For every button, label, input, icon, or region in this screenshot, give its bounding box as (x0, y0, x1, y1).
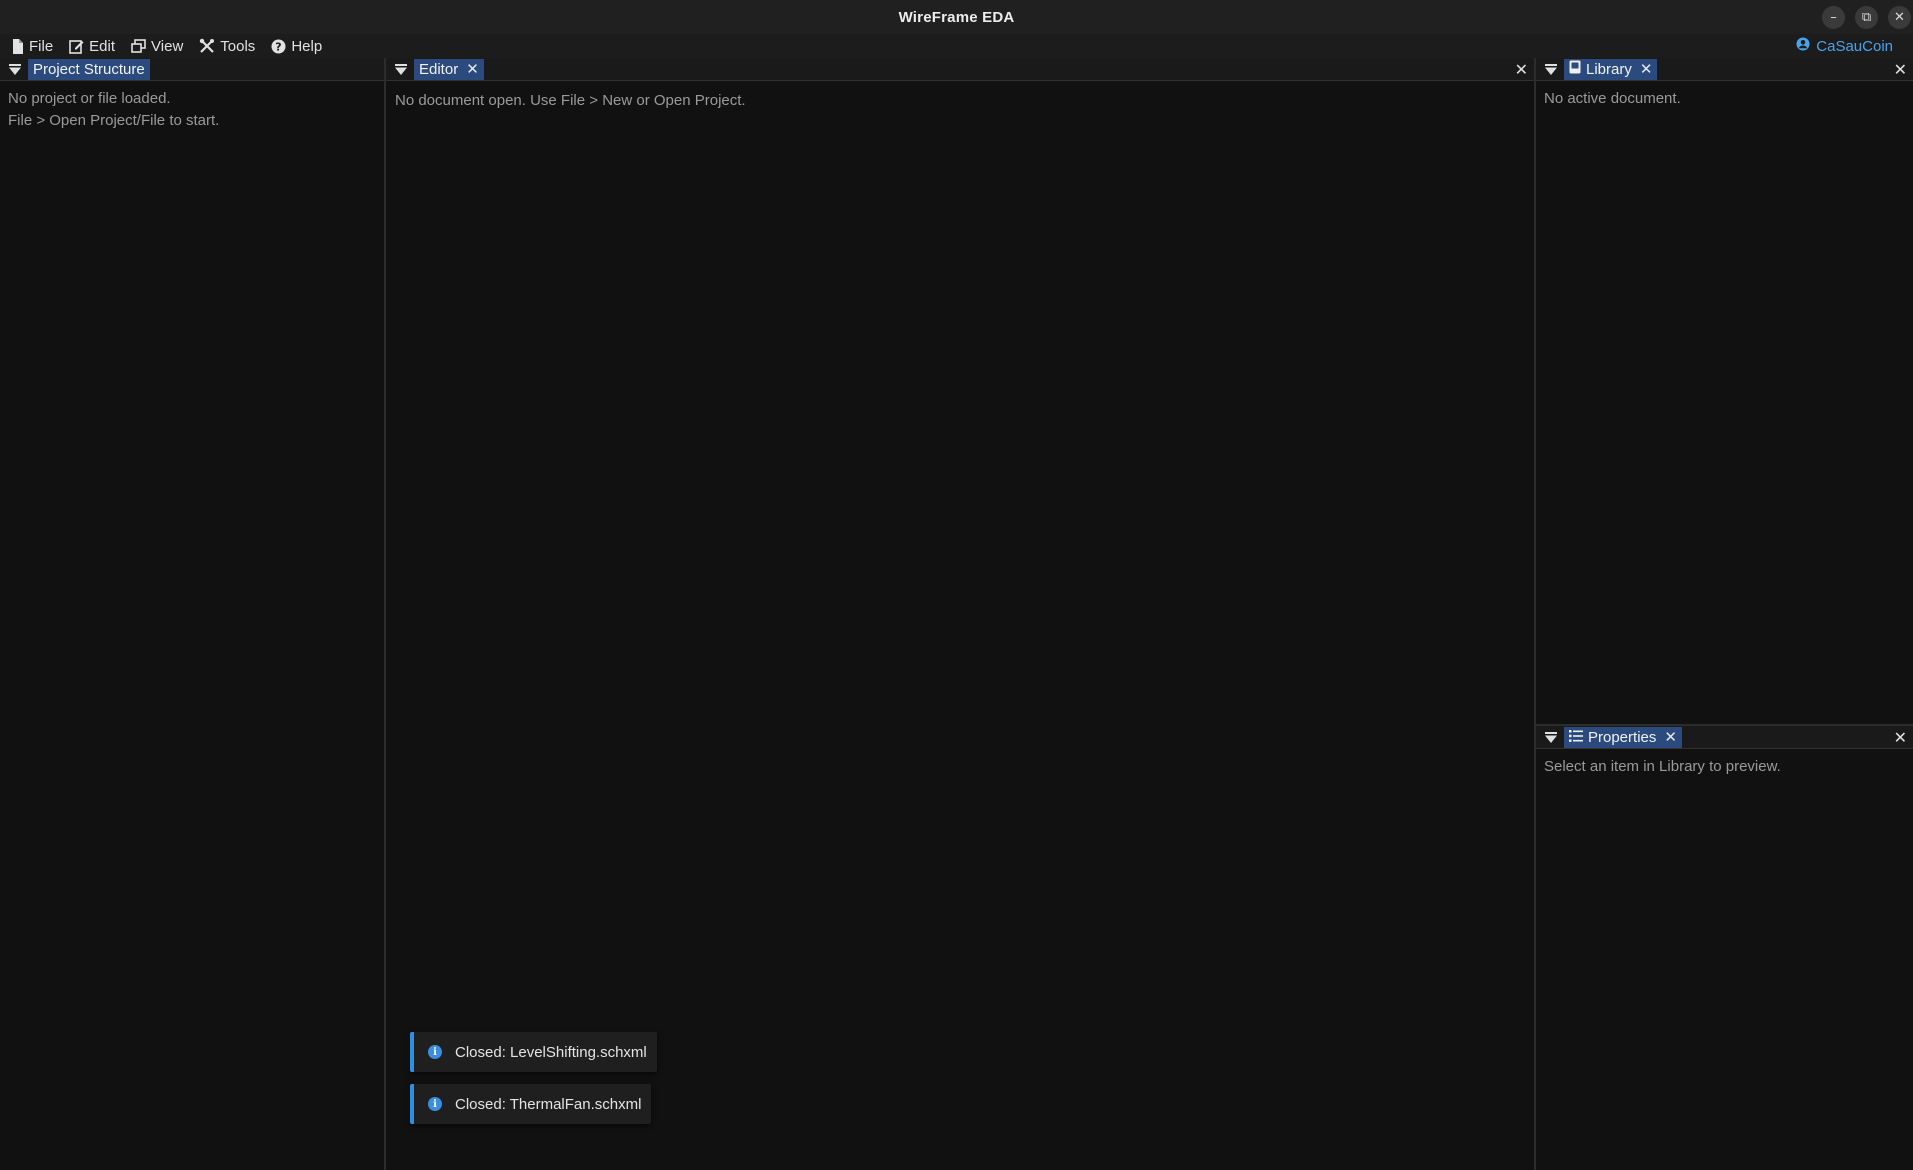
collapse-triangle-icon[interactable] (394, 62, 408, 76)
info-icon: i (428, 1045, 442, 1059)
editor-panel: Editor ✕ ✕ No document open. Use File > … (386, 58, 1534, 1170)
window-title: WireFrame EDA (898, 8, 1015, 26)
app-window: WireFrame EDA – ⧉ ✕ File Edit View Tools… (0, 0, 1913, 1170)
menu-help-label: Help (291, 37, 323, 55)
menu-tools[interactable]: Tools (199, 38, 255, 55)
project-status-line-2: File > Open Project/File to start. (8, 112, 220, 129)
tools-icon (199, 38, 215, 54)
editor-empty-message: No document open. Use File > New or Open… (395, 92, 746, 109)
title-bar: WireFrame EDA – ⧉ ✕ (0, 0, 1913, 34)
library-empty-message: No active document. (1544, 90, 1681, 107)
window-controls: – ⧉ ✕ (1822, 0, 1913, 34)
tab-library[interactable]: Library ✕ (1564, 58, 1658, 80)
editor-close-icon[interactable]: ✕ (1515, 58, 1528, 81)
list-icon (1569, 729, 1583, 746)
toast-message: Closed: ThermalFan.schxml (455, 1095, 642, 1113)
project-structure-panel: Project Structure No project or file loa… (0, 58, 384, 1170)
close-window-button[interactable]: ✕ (1888, 5, 1911, 29)
menu-bar: File Edit View Tools ? Help CaSauCoin (0, 34, 1913, 58)
svg-text:?: ? (276, 40, 282, 53)
book-icon (1569, 60, 1581, 78)
user-account[interactable]: CaSauCoin (1796, 34, 1893, 58)
editor-header: Editor ✕ ✕ (386, 58, 1534, 81)
minimize-button[interactable]: – (1822, 5, 1845, 29)
user-circle-icon (1796, 37, 1810, 55)
properties-header: Properties ✕ ✕ (1536, 726, 1913, 749)
menu-file[interactable]: File (12, 38, 53, 55)
menu-view[interactable]: View (131, 38, 183, 55)
tab-editor-label: Editor (419, 60, 459, 78)
menu-edit-label: Edit (89, 37, 116, 55)
library-header: Library ✕ ✕ (1536, 58, 1913, 81)
collapse-triangle-icon[interactable] (8, 62, 22, 76)
menu-tools-label: Tools (220, 37, 256, 55)
tab-project-structure-label: Project Structure (33, 60, 145, 78)
menu-view-label: View (151, 37, 184, 55)
toast-message: Closed: LevelShifting.schxml (455, 1043, 647, 1061)
tab-properties-label: Properties (1588, 728, 1657, 746)
properties-empty-message: Select an item in Library to preview. (1544, 758, 1781, 775)
project-status-line-1: No project or file loaded. (8, 90, 171, 107)
user-name: CaSauCoin (1816, 37, 1893, 55)
menu-edit[interactable]: Edit (69, 38, 115, 55)
toast-notification[interactable]: i Closed: ThermalFan.schxml (410, 1084, 652, 1124)
toast-notification[interactable]: i Closed: LevelShifting.schxml (410, 1032, 657, 1072)
edit-icon (69, 39, 84, 54)
project-structure-header: Project Structure (0, 58, 384, 81)
tab-close-icon[interactable]: ✕ (466, 60, 479, 78)
tab-library-label: Library (1586, 60, 1632, 78)
tab-editor[interactable]: Editor ✕ (414, 58, 484, 80)
properties-close-icon[interactable]: ✕ (1894, 726, 1907, 749)
tab-close-icon[interactable]: ✕ (1664, 728, 1677, 746)
window-restore-icon (131, 39, 146, 53)
library-close-icon[interactable]: ✕ (1894, 58, 1907, 81)
tab-project-structure[interactable]: Project Structure (28, 58, 150, 80)
properties-panel: Properties ✕ ✕ Select an item in Library… (1536, 726, 1913, 1170)
file-icon (12, 38, 24, 54)
tab-properties[interactable]: Properties ✕ (1564, 726, 1682, 748)
info-icon: i (428, 1097, 442, 1111)
tab-close-icon[interactable]: ✕ (1640, 60, 1653, 78)
library-panel: Library ✕ ✕ No active document. (1536, 58, 1913, 724)
restore-button[interactable]: ⧉ (1855, 5, 1878, 29)
collapse-triangle-icon[interactable] (1544, 730, 1558, 744)
menu-help[interactable]: ? Help (271, 38, 322, 55)
collapse-triangle-icon[interactable] (1544, 62, 1558, 76)
menu-file-label: File (29, 37, 54, 55)
help-circle-icon: ? (271, 39, 286, 54)
